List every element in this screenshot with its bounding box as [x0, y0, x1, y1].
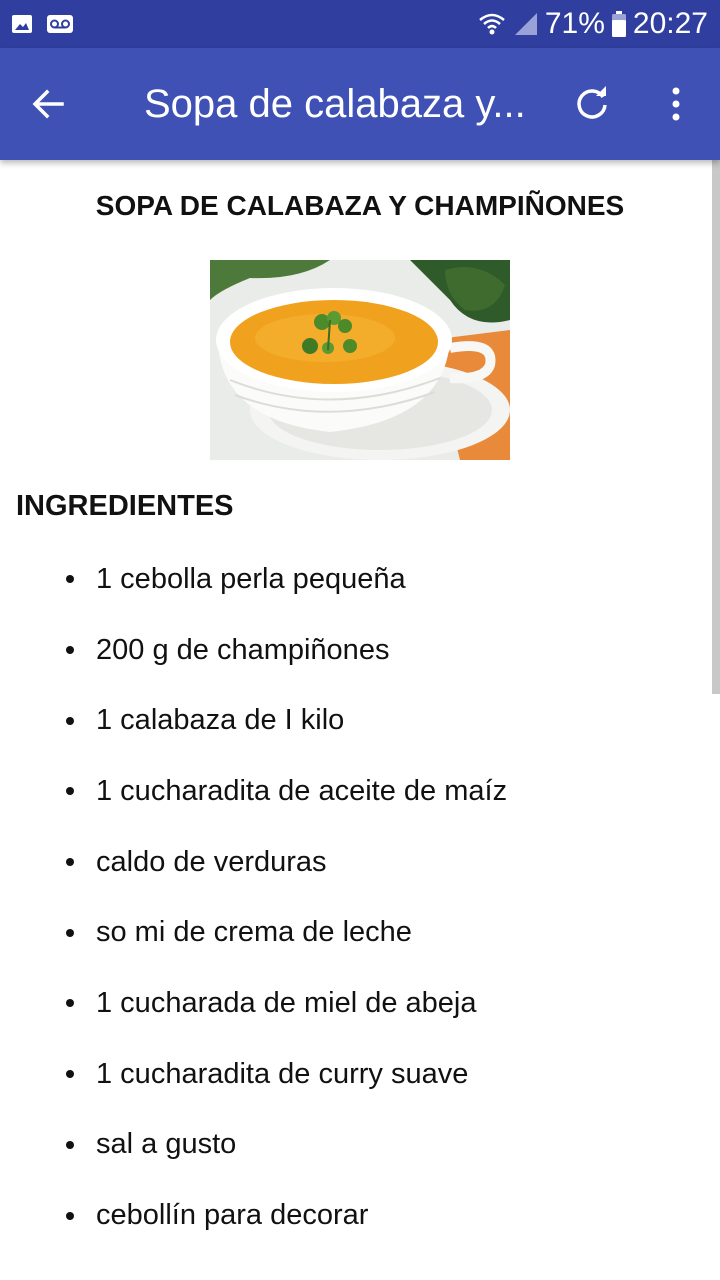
bullet — [66, 1140, 74, 1149]
bullet — [66, 1070, 74, 1079]
bullet — [66, 575, 74, 584]
ingredient-text: 1 cucharada de miel de abeja — [96, 986, 477, 1019]
refresh-icon — [577, 86, 607, 119]
ingredient-text: 1 cucharadita de curry suave — [96, 1057, 469, 1090]
ingredient-text: sal a gusto — [96, 1128, 237, 1161]
voicemail-icon — [46, 13, 74, 35]
back-arrow-icon — [32, 89, 64, 119]
wifi-icon — [477, 10, 507, 38]
status-right: 71% 20:27 — [477, 7, 708, 41]
ingredient-text: caldo de verduras — [96, 845, 327, 878]
battery-icon — [611, 10, 627, 38]
status-left — [10, 12, 74, 36]
bullet — [66, 999, 74, 1008]
clock: 20:27 — [632, 7, 708, 40]
bullet — [66, 787, 74, 796]
more-options-button[interactable] — [640, 48, 712, 160]
list-item: 1 calabaza de I kilo — [0, 685, 720, 756]
signal-icon — [513, 11, 539, 37]
recipe-title: SOPA DE CALABAZA Y CHAMPIÑONES — [95, 190, 625, 221]
bullet — [66, 928, 74, 937]
back-button[interactable] — [0, 48, 96, 160]
list-item: sal a gusto — [0, 1110, 720, 1181]
ingredient-text: 1 cebolla perla pequeña — [96, 562, 406, 595]
recipe-content: SOPA DE CALABAZA Y CHAMPIÑONES INGREDIEN… — [0, 160, 720, 1280]
app-title: Sopa de calabaza y... — [144, 81, 526, 126]
bullet — [66, 646, 74, 655]
ingredients-heading: INGREDIENTES — [16, 490, 234, 522]
list-item: 1 cucharadita de curry suave — [0, 1039, 720, 1110]
bullet — [66, 716, 74, 725]
list-item: 1 cebolla perla pequeña — [0, 544, 720, 615]
more-vert-icon — [672, 87, 680, 121]
ingredient-text: 1 cucharadita de aceite de maíz — [96, 774, 508, 807]
status-bar: 71% 20:27 — [0, 0, 720, 48]
bullet — [66, 858, 74, 867]
list-item: 200 g de champiñones — [0, 615, 720, 686]
bullet — [66, 1211, 74, 1220]
soup-image — [210, 260, 510, 460]
battery-percent: 71% — [544, 7, 605, 40]
list-item: cebollín para decorar — [0, 1180, 720, 1251]
ingredient-text: 1 calabaza de I kilo — [96, 704, 345, 737]
ingredient-text: so mi de crema de leche — [96, 916, 412, 949]
list-item: so mi de crema de leche — [0, 897, 720, 968]
app-bar: Sopa de calabaza y... — [0, 48, 720, 160]
ingredient-text: cebollín para decorar — [96, 1199, 369, 1232]
ingredients-list: 1 cebolla perla pequeña 200 g de champiñ… — [0, 544, 720, 1251]
refresh-button[interactable] — [556, 48, 628, 160]
ingredient-text: 200 g de champiñones — [96, 633, 390, 666]
list-item: 1 cucharada de miel de abeja — [0, 968, 720, 1039]
list-item: caldo de verduras — [0, 827, 720, 898]
image-icon — [10, 12, 34, 36]
list-item: 1 cucharadita de aceite de maíz — [0, 756, 720, 827]
